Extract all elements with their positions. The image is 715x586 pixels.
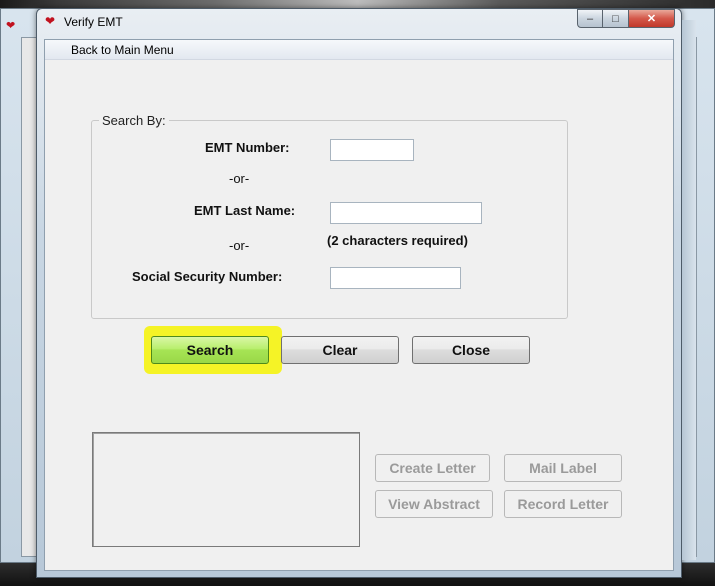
maximize-icon: □ bbox=[612, 12, 619, 25]
create-letter-button[interactable]: Create Letter bbox=[375, 454, 490, 482]
emt-number-label: EMT Number: bbox=[205, 140, 290, 155]
maximize-button[interactable]: □ bbox=[603, 9, 629, 28]
record-letter-button[interactable]: Record Letter bbox=[504, 490, 622, 518]
menu-back-to-main[interactable]: Back to Main Menu bbox=[71, 43, 174, 57]
or-separator: -or- bbox=[229, 238, 250, 253]
last-name-hint: (2 characters required) bbox=[327, 233, 468, 248]
heart-icon: ❤ bbox=[6, 20, 16, 32]
close-window-button[interactable]: ✕ bbox=[629, 9, 675, 28]
emt-last-name-label: EMT Last Name: bbox=[194, 203, 296, 218]
minimize-icon: – bbox=[586, 12, 594, 25]
window-title: Verify EMT bbox=[64, 15, 123, 29]
menu-bar: Back to Main Menu bbox=[45, 40, 673, 60]
window-controls: – □ ✕ bbox=[577, 9, 675, 29]
search-button[interactable]: Search bbox=[151, 336, 269, 364]
emt-number-input[interactable] bbox=[330, 139, 414, 161]
search-by-legend: Search By: bbox=[99, 113, 169, 128]
title-bar[interactable]: ❤ Verify EMT – □ ✕ bbox=[37, 9, 681, 39]
view-abstract-button[interactable]: View Abstract bbox=[375, 490, 493, 518]
close-icon: ✕ bbox=[646, 13, 657, 25]
or-separator: -or- bbox=[229, 171, 250, 186]
close-button[interactable]: Close bbox=[412, 336, 530, 364]
background-window-edge bbox=[682, 20, 696, 560]
minimize-button[interactable]: – bbox=[577, 9, 603, 28]
mail-label-button[interactable]: Mail Label bbox=[504, 454, 622, 482]
results-listbox[interactable] bbox=[92, 432, 360, 547]
search-by-group: Search By: EMT Number: -or- EMT Last Nam… bbox=[91, 113, 568, 319]
heart-icon: ❤ bbox=[45, 14, 56, 28]
emt-last-name-input[interactable] bbox=[330, 202, 482, 224]
window-client-area: Back to Main Menu Search By: EMT Number:… bbox=[44, 39, 674, 571]
ssn-input[interactable] bbox=[330, 267, 461, 289]
ssn-label: Social Security Number: bbox=[132, 269, 283, 284]
clear-button[interactable]: Clear bbox=[281, 336, 399, 364]
verify-emt-window: ❤ Verify EMT – □ ✕ Back to Main Menu Sea… bbox=[36, 8, 682, 578]
